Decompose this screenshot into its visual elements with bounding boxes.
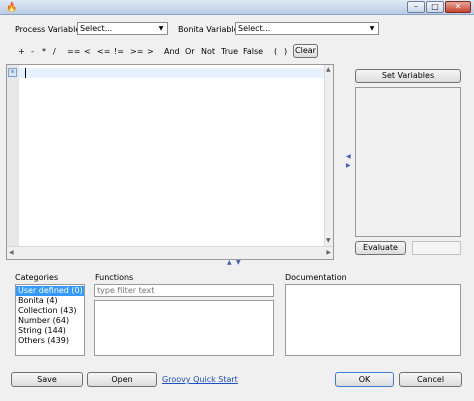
scroll-up-icon[interactable]: ▲ bbox=[326, 66, 331, 74]
operator-greater-equal[interactable]: >= bbox=[130, 46, 143, 57]
operator-open-paren[interactable]: ( bbox=[274, 46, 277, 57]
documentation-label: Documentation bbox=[285, 273, 347, 282]
bonita-app-icon: 🔥 bbox=[6, 3, 18, 13]
minimize-button[interactable]: – bbox=[407, 1, 425, 13]
functions-list[interactable] bbox=[94, 300, 274, 356]
operator-and[interactable]: And bbox=[164, 46, 180, 57]
editor-gutter: ≡ bbox=[7, 65, 19, 246]
category-collection[interactable]: Collection (43) bbox=[16, 306, 84, 316]
maximize-button[interactable]: □ bbox=[426, 1, 444, 13]
minimize-icon: – bbox=[414, 2, 418, 11]
groovy-quick-start-link[interactable]: Groovy Quick Start bbox=[162, 374, 238, 385]
expand-right-icon[interactable]: ▶ bbox=[346, 162, 351, 170]
operator-equal[interactable]: == bbox=[67, 46, 80, 57]
category-bonita[interactable]: Bonita (4) bbox=[16, 296, 84, 306]
editor-horizontal-scrollbar[interactable]: ◀ ▶ bbox=[7, 246, 333, 259]
chevron-down-icon: ▼ bbox=[158, 25, 164, 32]
operator-plus[interactable]: + bbox=[18, 46, 25, 57]
title-bar: 🔥 – □ ✕ bbox=[0, 0, 474, 15]
process-variables-select[interactable]: Select... ▼ bbox=[77, 22, 168, 35]
process-variables-label: Process Variables bbox=[15, 25, 85, 34]
evaluate-result-field bbox=[412, 241, 461, 255]
operator-false[interactable]: False bbox=[243, 46, 263, 57]
documentation-panel bbox=[285, 284, 461, 356]
operator-true[interactable]: True bbox=[221, 46, 238, 57]
bonita-variables-select[interactable]: Select... ▼ bbox=[235, 22, 379, 35]
expand-down-icon[interactable]: ▼ bbox=[236, 259, 241, 267]
editor-vertical-scrollbar[interactable]: ▲ ▼ bbox=[324, 65, 333, 246]
save-button[interactable]: Save bbox=[11, 372, 83, 387]
script-editor[interactable]: ≡ ▲ ▼ ◀ ▶ bbox=[6, 64, 334, 260]
category-others[interactable]: Others (439) bbox=[16, 336, 84, 346]
functions-label: Functions bbox=[95, 273, 134, 282]
scroll-right-icon[interactable]: ▶ bbox=[326, 249, 331, 257]
category-string[interactable]: String (144) bbox=[16, 326, 84, 336]
close-button[interactable]: ✕ bbox=[445, 1, 471, 13]
operator-close-paren[interactable]: ) bbox=[284, 46, 287, 57]
set-variables-button[interactable]: Set Variables bbox=[355, 69, 461, 83]
open-button[interactable]: Open bbox=[87, 372, 157, 387]
ok-button[interactable]: OK bbox=[335, 372, 394, 387]
collapse-left-icon[interactable]: ◀ bbox=[346, 153, 351, 161]
operator-multiply[interactable]: * bbox=[42, 46, 46, 57]
operator-less[interactable]: < bbox=[84, 46, 91, 57]
current-line-highlight bbox=[19, 68, 324, 78]
window-controls: – □ ✕ bbox=[407, 1, 471, 13]
scroll-down-icon[interactable]: ▼ bbox=[326, 237, 331, 245]
operator-not[interactable]: Not bbox=[201, 46, 215, 57]
evaluate-button[interactable]: Evaluate bbox=[355, 241, 406, 255]
text-caret bbox=[25, 68, 26, 78]
categories-label: Categories bbox=[15, 273, 59, 282]
clear-button[interactable]: Clear bbox=[293, 44, 318, 58]
category-user-defined[interactable]: User defined (0) bbox=[16, 286, 84, 296]
operator-not-equal[interactable]: != bbox=[114, 46, 124, 57]
categories-list[interactable]: User defined (0) Bonita (4) Collection (… bbox=[15, 284, 85, 356]
line-marker-icon: ≡ bbox=[8, 68, 17, 77]
operator-or[interactable]: Or bbox=[185, 46, 195, 57]
operator-greater[interactable]: > bbox=[147, 46, 154, 57]
scroll-left-icon[interactable]: ◀ bbox=[9, 249, 14, 257]
functions-filter-input[interactable] bbox=[94, 284, 274, 297]
variables-area bbox=[355, 87, 461, 237]
cancel-button[interactable]: Cancel bbox=[399, 372, 462, 387]
operator-divide[interactable]: / bbox=[53, 46, 56, 57]
process-variables-value: Select... bbox=[80, 24, 113, 33]
operator-minus[interactable]: - bbox=[31, 46, 34, 57]
maximize-icon: □ bbox=[431, 2, 439, 11]
bonita-variables-label: Bonita Variables bbox=[178, 25, 243, 34]
chevron-down-icon: ▼ bbox=[369, 25, 375, 32]
close-icon: ✕ bbox=[454, 2, 462, 11]
operator-less-equal[interactable]: <= bbox=[97, 46, 110, 57]
category-number[interactable]: Number (64) bbox=[16, 316, 84, 326]
bonita-variables-value: Select... bbox=[238, 24, 271, 33]
collapse-up-icon[interactable]: ▲ bbox=[227, 259, 232, 267]
